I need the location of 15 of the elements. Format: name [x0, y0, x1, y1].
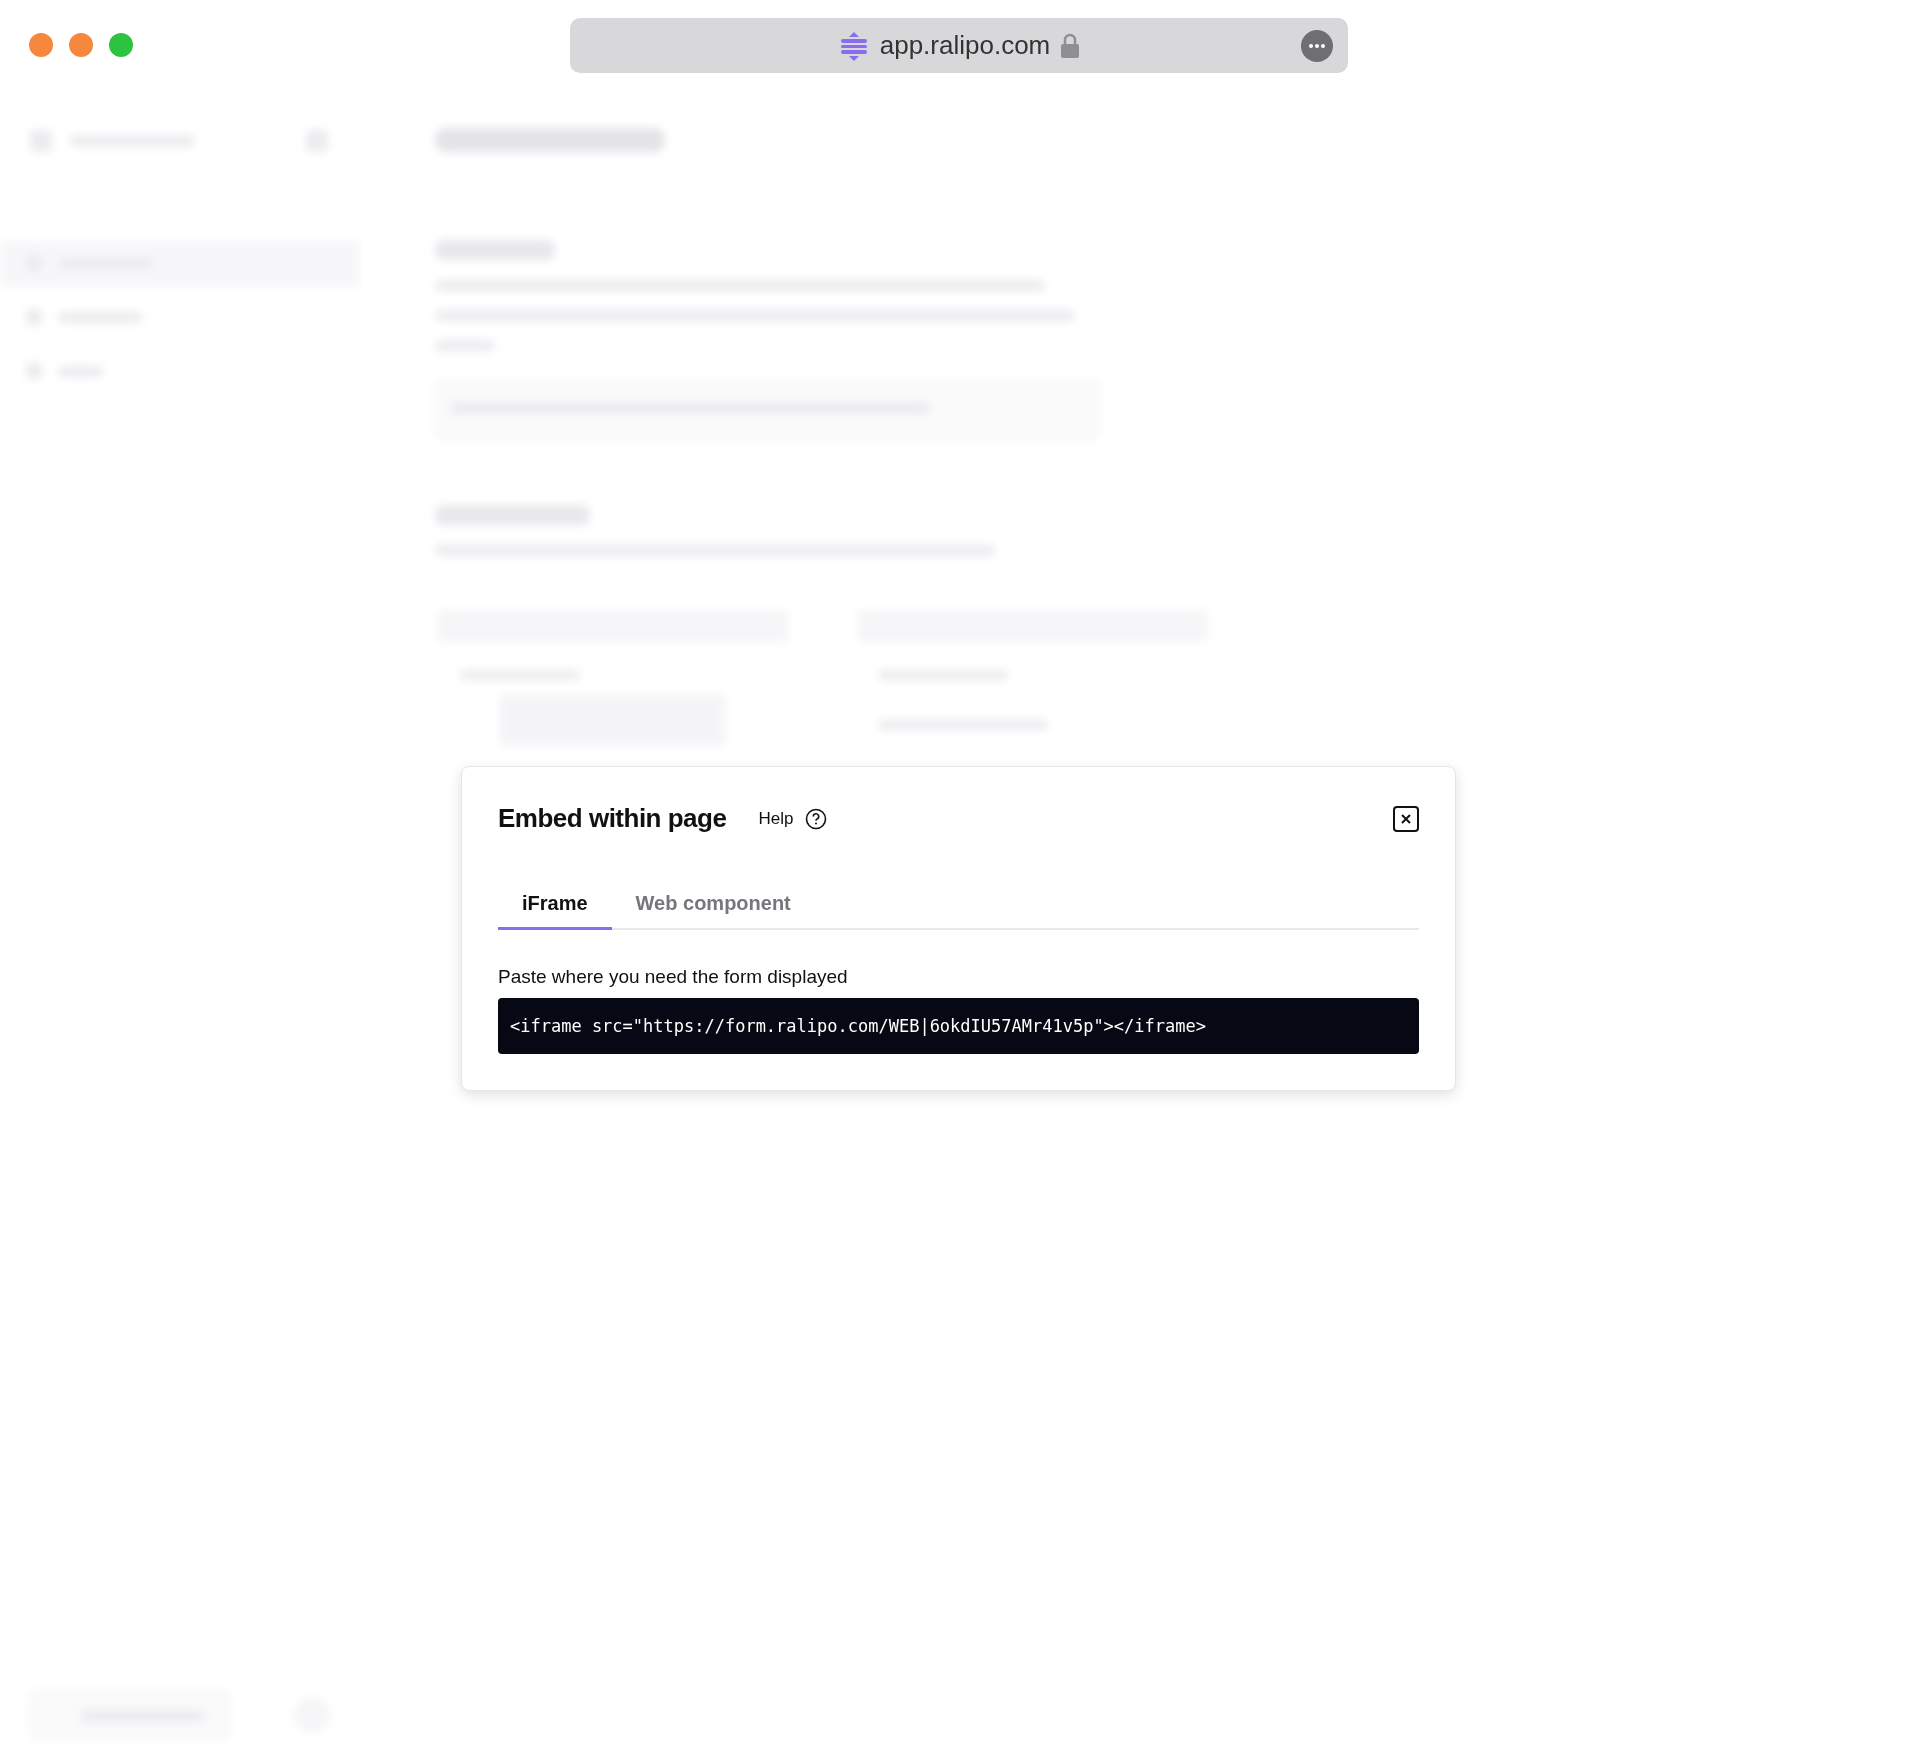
window-close-button[interactable] — [29, 33, 53, 57]
dialog-title: Embed within page — [498, 803, 727, 834]
help-link[interactable]: Help — [758, 808, 794, 829]
window-minimize-button[interactable] — [69, 33, 93, 57]
code-snippet-field[interactable]: <iframe src="https://form.ralipo.com/WEB|6okdIU57AMr41v5p"></iframe> — [498, 998, 1419, 1054]
lock-icon — [1060, 32, 1081, 59]
tab[interactable]: Web component — [611, 882, 815, 930]
address-text: app.ralipo.com — [879, 30, 1051, 61]
more-icon[interactable] — [1301, 30, 1333, 62]
window-maximize-button[interactable] — [109, 33, 133, 57]
address-bar[interactable]: app.ralipo.com — [570, 18, 1348, 73]
tab[interactable]: iFrame — [498, 882, 612, 930]
help-icon[interactable] — [805, 807, 828, 830]
instruction-text: Paste where you need the form displayed — [498, 966, 849, 988]
close-icon[interactable] — [1393, 805, 1419, 832]
